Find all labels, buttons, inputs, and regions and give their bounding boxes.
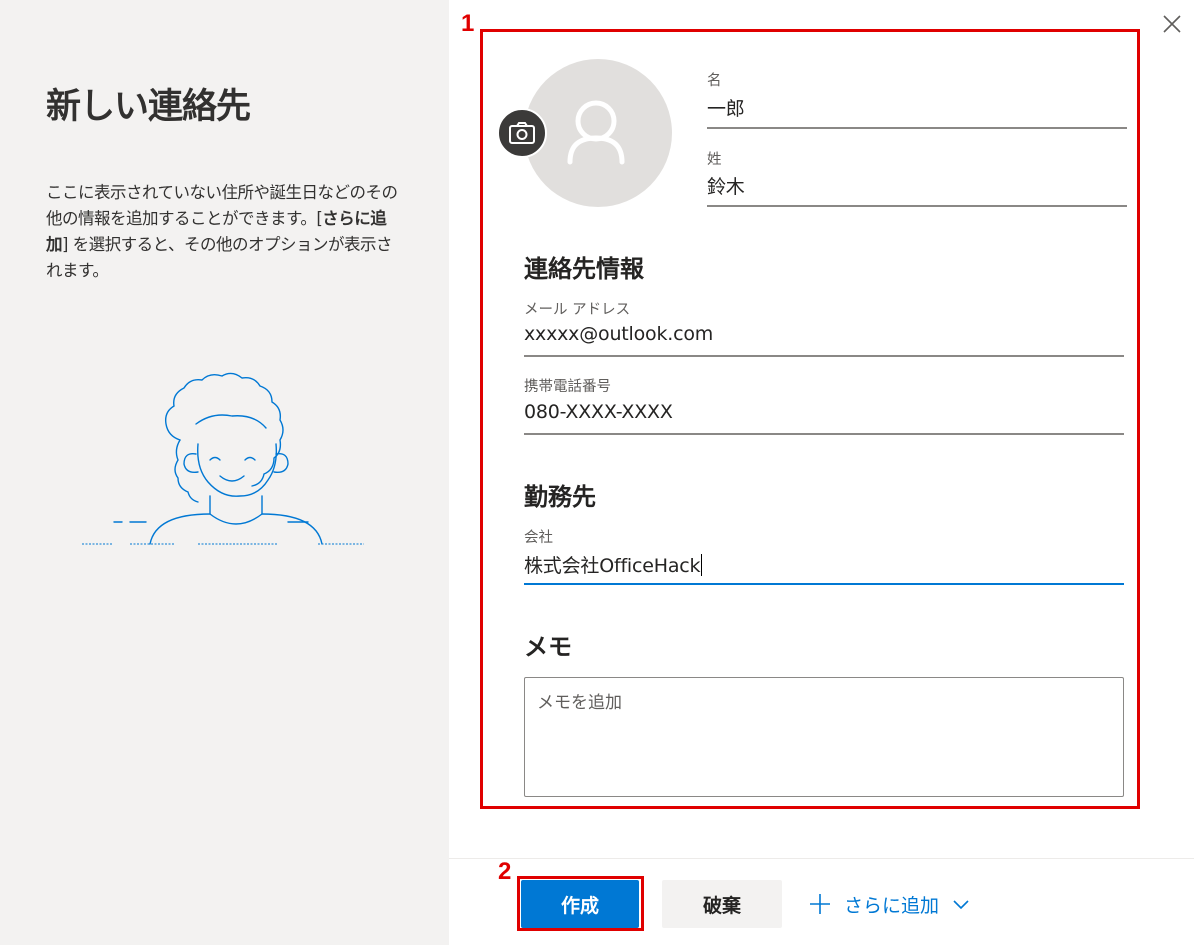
last-name-field[interactable]: 鈴木 bbox=[707, 172, 745, 199]
phone-label: 携帯電話番号 bbox=[524, 379, 611, 395]
memo-heading: メモ bbox=[524, 633, 572, 661]
annotation-number-1: 1 bbox=[461, 10, 475, 37]
contact-info-heading: 連絡先情報 bbox=[524, 255, 644, 283]
phone-field[interactable]: 080-XXXX-XXXX bbox=[524, 401, 673, 423]
add-more-label: さらに追加 bbox=[844, 894, 940, 917]
close-icon[interactable] bbox=[1160, 12, 1184, 36]
work-heading: 勤務先 bbox=[524, 483, 596, 511]
add-photo-button[interactable] bbox=[497, 108, 547, 158]
first-name-underline bbox=[707, 127, 1127, 129]
last-name-underline bbox=[707, 205, 1127, 207]
company-label: 会社 bbox=[524, 530, 553, 546]
person-illustration bbox=[82, 372, 364, 545]
plus-icon bbox=[810, 894, 830, 914]
first-name-label: 名 bbox=[707, 73, 722, 89]
footer-divider bbox=[449, 858, 1194, 859]
first-name-field[interactable]: 一郎 bbox=[707, 94, 745, 121]
email-underline bbox=[524, 355, 1124, 357]
annotation-number-2: 2 bbox=[498, 858, 512, 885]
camera-icon bbox=[509, 122, 535, 144]
discard-button[interactable]: 破棄 bbox=[662, 880, 782, 928]
phone-underline bbox=[524, 433, 1124, 435]
page-title: 新しい連絡先 bbox=[46, 87, 251, 127]
text-cursor bbox=[701, 554, 703, 576]
email-label: メール アドレス bbox=[524, 302, 631, 318]
email-field[interactable]: xxxxx@outlook.com bbox=[524, 323, 713, 345]
add-more-button[interactable]: さらに追加 bbox=[808, 880, 971, 928]
last-name-label: 姓 bbox=[707, 152, 722, 168]
company-field[interactable]: 株式会社OfficeHack bbox=[524, 551, 703, 578]
memo-placeholder: メモを追加 bbox=[537, 693, 622, 713]
create-button[interactable]: 作成 bbox=[521, 880, 639, 928]
memo-textarea[interactable]: メモを追加 bbox=[524, 677, 1124, 797]
info-description: ここに表示されていない住所や誕生日などのその他の情報を追加することができます。[… bbox=[46, 183, 398, 280]
chevron-down-icon bbox=[953, 900, 969, 910]
company-underline bbox=[524, 583, 1124, 585]
